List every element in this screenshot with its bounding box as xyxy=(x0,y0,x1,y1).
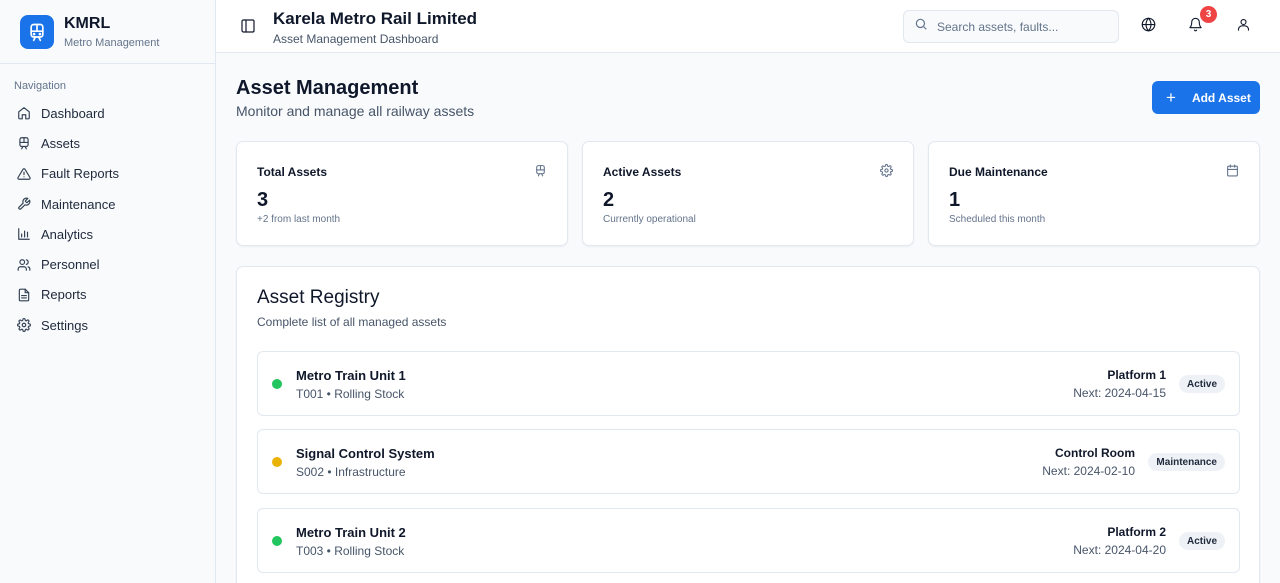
registry-subtitle: Complete list of all managed assets xyxy=(257,315,447,329)
search-icon xyxy=(914,17,928,36)
asset-row[interactable]: Metro Train Unit 1 T001 • Rolling Stock … xyxy=(257,351,1240,416)
status-badge: Maintenance xyxy=(1148,453,1225,471)
stat-label: Active Assets xyxy=(603,165,682,179)
asset-next-maintenance: Next: 2024-04-20 xyxy=(1073,543,1166,557)
train-logo-icon xyxy=(20,14,54,49)
asset-meta: S002 • Infrastructure xyxy=(296,465,406,479)
plus-icon: + xyxy=(1166,88,1176,107)
bar-chart-icon xyxy=(17,227,31,241)
status-dot xyxy=(272,536,282,546)
gear-icon xyxy=(880,164,893,177)
sidebar-item-label: Fault Reports xyxy=(41,166,120,182)
sidebar-item-reports[interactable]: Reports xyxy=(0,280,215,310)
brand-name: KMRL xyxy=(64,14,111,32)
calendar-icon xyxy=(1226,164,1239,177)
stat-card-active-assets: Active Assets 2 Currently operational xyxy=(582,141,914,246)
asset-location: Platform 2 xyxy=(1107,525,1166,539)
registry-title: Asset Registry xyxy=(257,287,380,308)
stat-note: Currently operational xyxy=(603,214,696,225)
status-dot xyxy=(272,457,282,467)
sidebar-item-label: Maintenance xyxy=(41,196,116,212)
users-icon xyxy=(17,258,31,272)
asset-meta: T003 • Rolling Stock xyxy=(296,544,405,558)
stat-value: 1 xyxy=(949,189,961,211)
stat-value: 2 xyxy=(603,189,615,211)
stat-card-due-maintenance: Due Maintenance 1 Scheduled this month xyxy=(928,141,1260,246)
asset-row[interactable]: Metro Train Unit 2 T003 • Rolling Stock … xyxy=(257,508,1240,573)
search-input[interactable] xyxy=(937,19,1107,34)
status-badge: Active xyxy=(1178,532,1225,550)
train-icon xyxy=(17,136,31,150)
sidebar-item-fault-reports[interactable]: Fault Reports xyxy=(0,159,215,189)
stat-note: Scheduled this month xyxy=(949,214,1046,225)
notification-badge: 3 xyxy=(1200,6,1217,23)
asset-name: Metro Train Unit 2 xyxy=(296,525,406,540)
sidebar-item-label: Assets xyxy=(41,135,81,151)
add-asset-label: Add Asset xyxy=(1191,90,1251,105)
stat-label: Due Maintenance xyxy=(949,165,1048,179)
brand: KMRL Metro Management xyxy=(0,0,215,64)
nav-heading: Navigation xyxy=(14,80,66,92)
asset-location: Platform 1 xyxy=(1107,368,1166,382)
stat-card-total-assets: Total Assets 3 +2 from last month xyxy=(236,141,568,246)
status-dot xyxy=(272,379,282,389)
asset-row[interactable]: Signal Control System S002 • Infrastruct… xyxy=(257,429,1240,494)
train-icon xyxy=(534,164,547,177)
sidebar-toggle-icon[interactable] xyxy=(240,18,256,34)
stat-value: 3 xyxy=(257,189,269,211)
sidebar-item-personnel[interactable]: Personnel xyxy=(0,249,215,279)
sidebar-item-assets[interactable]: Assets xyxy=(0,128,215,158)
sidebar-item-maintenance[interactable]: Maintenance xyxy=(0,189,215,219)
globe-icon[interactable] xyxy=(1141,17,1157,33)
brand-subtitle: Metro Management xyxy=(64,36,160,49)
header-title: Karela Metro Rail Limited xyxy=(273,9,478,28)
asset-next-maintenance: Next: 2024-04-15 xyxy=(1073,386,1166,400)
asset-name: Signal Control System xyxy=(296,446,435,461)
gear-icon xyxy=(17,318,31,333)
sidebar-item-label: Dashboard xyxy=(41,105,105,121)
home-icon xyxy=(17,106,31,120)
sidebar: KMRL Metro Management Navigation Dashboa… xyxy=(0,0,216,583)
asset-name: Metro Train Unit 1 xyxy=(296,368,406,383)
wrench-icon xyxy=(17,197,31,211)
asset-registry: Asset Registry Complete list of all mana… xyxy=(236,266,1260,583)
asset-next-maintenance: Next: 2024-02-10 xyxy=(1042,464,1135,478)
sidebar-item-dashboard[interactable]: Dashboard xyxy=(0,98,215,128)
user-icon[interactable] xyxy=(1236,17,1252,33)
sidebar-item-analytics[interactable]: Analytics xyxy=(0,219,215,249)
sidebar-item-label: Settings xyxy=(41,317,88,333)
stat-label: Total Assets xyxy=(257,165,328,179)
file-text-icon xyxy=(17,288,31,302)
sidebar-item-label: Reports xyxy=(41,287,87,303)
top-header: Karela Metro Rail Limited Asset Manageme… xyxy=(216,0,1280,53)
asset-location: Control Room xyxy=(1055,446,1135,460)
header-subtitle: Asset Management Dashboard xyxy=(273,32,439,46)
sidebar-item-label: Personnel xyxy=(41,257,100,273)
sidebar-item-settings[interactable]: Settings xyxy=(0,310,215,340)
sidebar-item-label: Analytics xyxy=(41,226,94,242)
add-asset-button[interactable]: + Add Asset xyxy=(1152,81,1260,114)
search-box[interactable] xyxy=(903,10,1119,43)
page-subtitle: Monitor and manage all railway assets xyxy=(236,103,475,119)
stat-note: +2 from last month xyxy=(257,214,341,225)
page-title: Asset Management xyxy=(236,77,419,99)
status-badge: Active xyxy=(1178,375,1225,393)
alert-triangle-icon xyxy=(17,167,31,181)
asset-meta: T001 • Rolling Stock xyxy=(296,387,405,401)
